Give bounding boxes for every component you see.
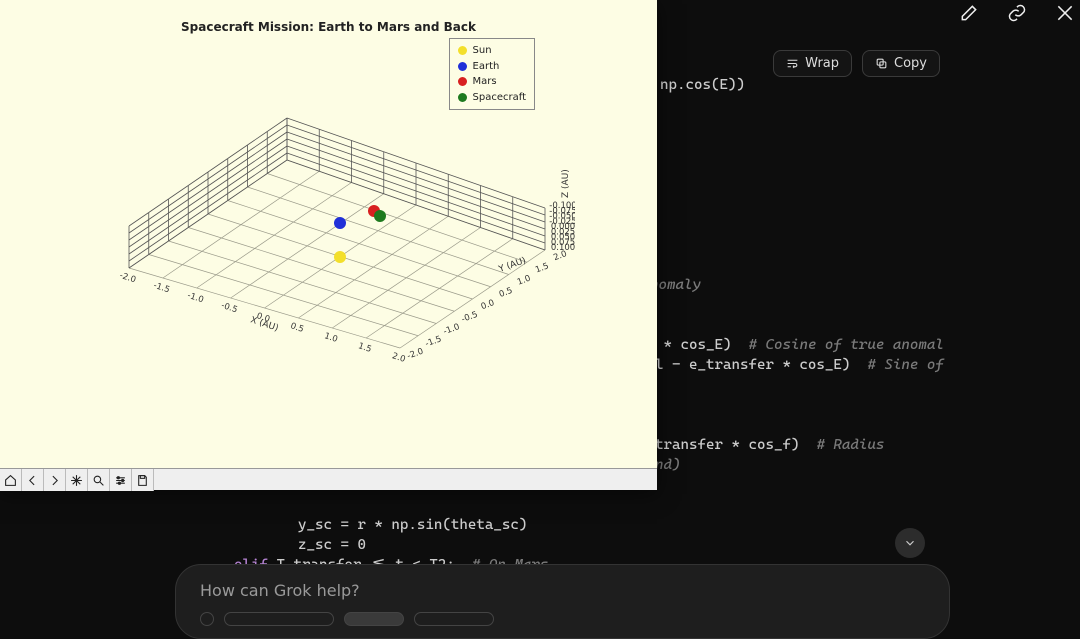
legend-label: Mars xyxy=(473,74,497,90)
svg-text:1.5: 1.5 xyxy=(357,341,373,355)
legend-item: Spacecraft xyxy=(458,90,526,106)
plot-title: Spacecraft Mission: Earth to Mars and Ba… xyxy=(0,20,657,34)
legend-label: Earth xyxy=(473,59,500,75)
legend-item: Mars xyxy=(458,74,526,90)
svg-text:1.0: 1.0 xyxy=(323,331,339,345)
configure-icon[interactable] xyxy=(110,469,132,491)
pan-icon[interactable] xyxy=(66,469,88,491)
legend-dot-icon xyxy=(458,62,467,71)
zoom-icon[interactable] xyxy=(88,469,110,491)
svg-text:2.0: 2.0 xyxy=(391,351,407,365)
legend-item: Earth xyxy=(458,59,526,75)
svg-text:-1.0: -1.0 xyxy=(442,322,461,337)
plot-legend: SunEarthMarsSpacecraft xyxy=(449,38,535,110)
svg-text:-2.0: -2.0 xyxy=(118,271,137,286)
back-icon[interactable] xyxy=(22,469,44,491)
svg-text:0.0: 0.0 xyxy=(480,298,496,312)
composer-option[interactable] xyxy=(344,612,404,626)
composer-option[interactable] xyxy=(414,612,494,626)
svg-text:-0.5: -0.5 xyxy=(220,301,239,316)
svg-text:-1.5: -1.5 xyxy=(152,281,171,296)
legend-dot-icon xyxy=(458,93,467,102)
data-point xyxy=(334,251,346,263)
zlabel: Z (AU) xyxy=(561,169,571,198)
composer-options xyxy=(200,612,925,626)
svg-text:0.5: 0.5 xyxy=(498,286,514,300)
legend-dot-icon xyxy=(458,46,467,55)
composer-option[interactable] xyxy=(200,612,214,626)
legend-label: Spacecraft xyxy=(473,90,526,106)
svg-text:1.0: 1.0 xyxy=(516,274,532,288)
matplotlib-toolbar xyxy=(0,468,657,490)
svg-text:0.100: 0.100 xyxy=(551,243,575,253)
svg-text:-1.5: -1.5 xyxy=(424,334,443,349)
legend-item: Sun xyxy=(458,43,526,59)
svg-text:0.5: 0.5 xyxy=(289,321,305,335)
legend-dot-icon xyxy=(458,77,467,86)
save-icon[interactable] xyxy=(132,469,154,491)
chat-composer[interactable]: How can Grok help? xyxy=(175,564,950,639)
home-icon[interactable] xyxy=(0,469,22,491)
forward-icon[interactable] xyxy=(44,469,66,491)
plot-canvas[interactable]: Spacecraft Mission: Earth to Mars and Ba… xyxy=(0,0,657,468)
plot-3d-scene: -2.0-1.5-1.0-0.50.00.51.01.52.0-2.0-1.5-… xyxy=(105,110,575,370)
scroll-to-bottom-button[interactable] xyxy=(895,528,925,558)
chat-input-placeholder: How can Grok help? xyxy=(200,581,925,600)
svg-text:-2.0: -2.0 xyxy=(406,347,425,362)
edit-icon[interactable] xyxy=(958,2,980,24)
data-point xyxy=(334,217,346,229)
composer-option[interactable] xyxy=(224,612,334,626)
x-logo-icon[interactable] xyxy=(1054,2,1076,24)
svg-text:-0.5: -0.5 xyxy=(460,310,479,325)
link-icon[interactable] xyxy=(1006,2,1028,24)
svg-text:-1.0: -1.0 xyxy=(186,291,205,306)
matplotlib-figure-window: Spacecraft Mission: Earth to Mars and Ba… xyxy=(0,0,657,490)
data-point xyxy=(374,210,386,222)
svg-text:1.5: 1.5 xyxy=(534,261,550,275)
legend-label: Sun xyxy=(473,43,492,59)
